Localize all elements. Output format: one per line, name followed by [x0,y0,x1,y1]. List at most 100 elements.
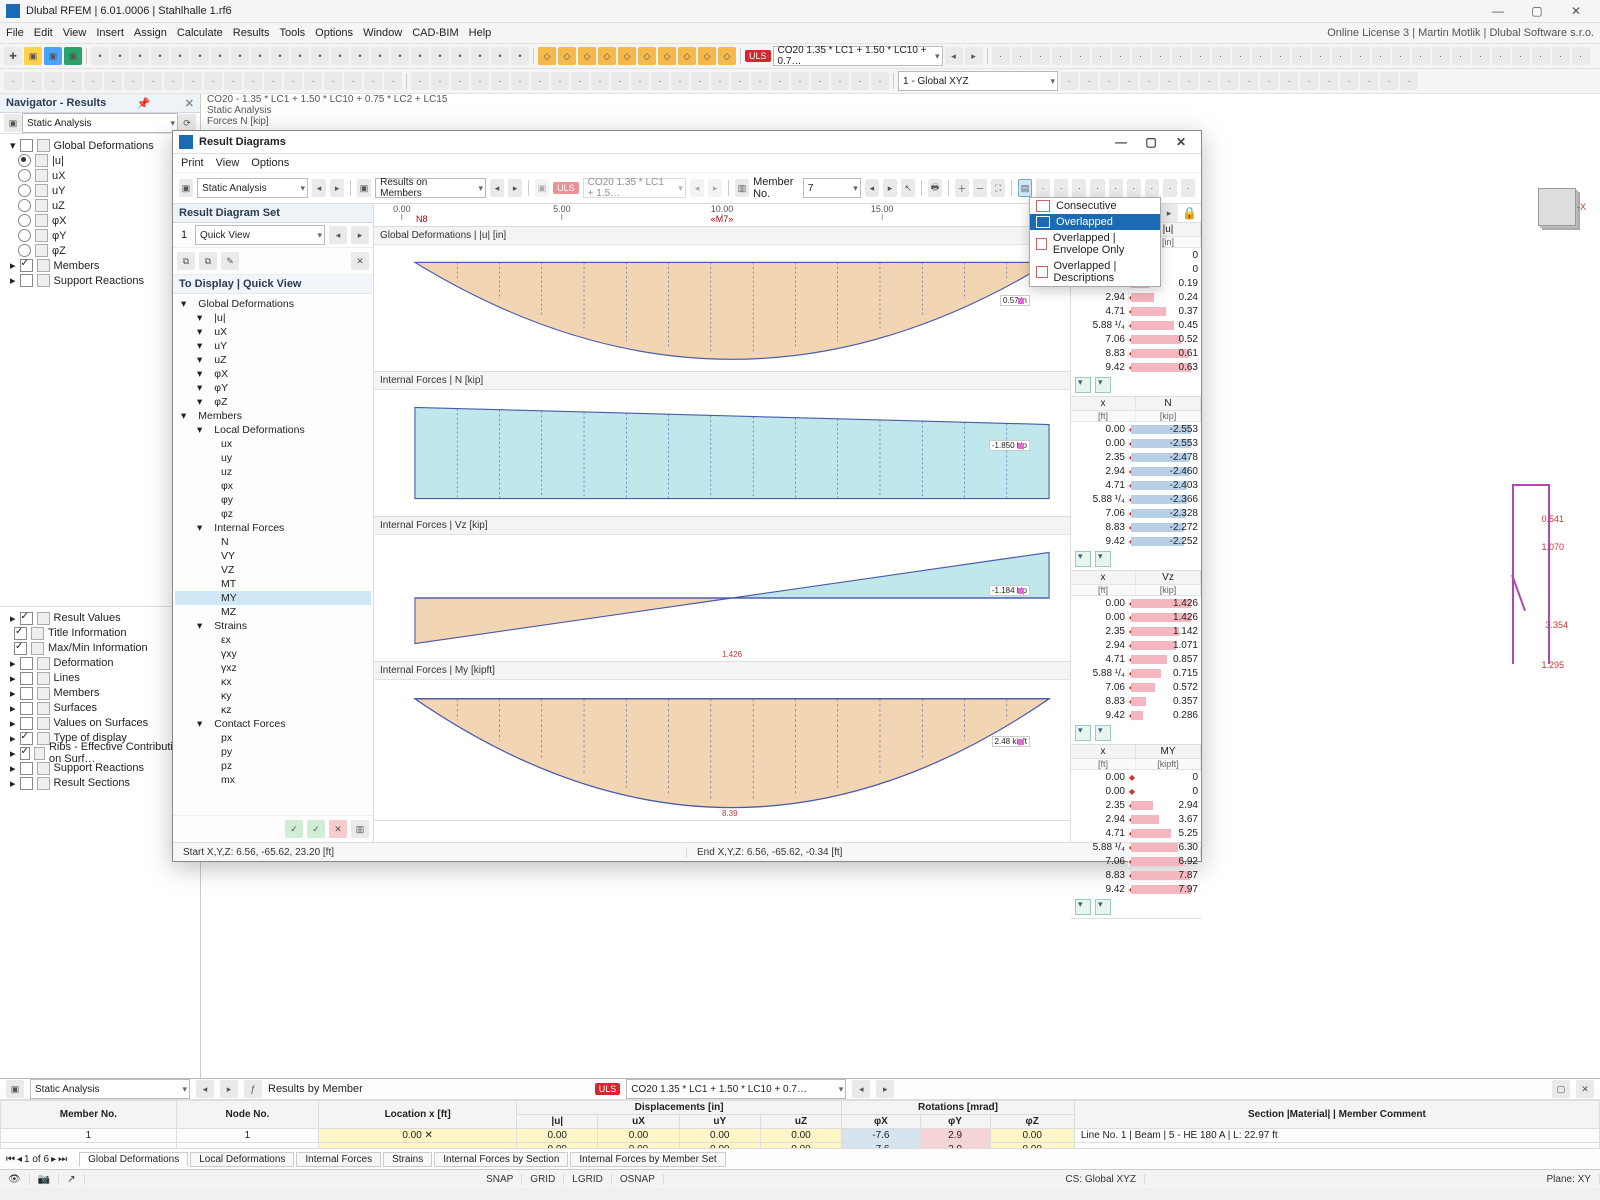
toolbar-btn[interactable]: · [1060,72,1078,90]
toolbar-btn[interactable]: · [144,72,162,90]
menu-edit[interactable]: Edit [34,27,53,39]
toolbar-btn[interactable]: • [351,47,369,65]
toolbar-btn[interactable]: • [271,47,289,65]
rtable-row[interactable]: 9.42◆0.286 [1071,708,1201,722]
rd-qv-next-icon[interactable]: ▸ [351,226,369,244]
toolbar-btn[interactable]: · [1552,47,1570,65]
rd-tool-btn[interactable]: · [1163,179,1177,197]
filter-icon[interactable] [1095,725,1111,741]
toolbar-btn[interactable]: · [1220,72,1238,90]
toolbar-btn[interactable]: · [64,72,82,90]
toolbar-btn[interactable]: · [1112,47,1130,65]
tree-vos[interactable]: Values on Surfaces [54,717,149,729]
menu-view[interactable]: View [63,27,87,39]
toolbar-btn[interactable]: · [224,72,242,90]
toolbar-btn[interactable]: · [1280,72,1298,90]
rd-tree-item[interactable]: ux [175,437,371,451]
rd-tool-btn[interactable]: · [1109,179,1123,197]
rd-results-on-combo[interactable]: Results on Members [375,178,486,198]
rtable-row[interactable]: 5.88 ¹/₄◆6.30 [1071,840,1201,854]
toolbar-btn[interactable]: · [1272,47,1290,65]
maximize-button[interactable]: ▢ [1519,4,1555,18]
tab-strains[interactable]: Strains [383,1152,432,1167]
rd-tree-item[interactable]: φz [175,507,371,521]
lower-undock-icon[interactable]: ▢ [1552,1080,1570,1098]
tree-mm[interactable]: Max/Min Information [48,642,148,654]
toolbar-btn[interactable]: · [1412,47,1430,65]
rtable-row[interactable]: 4.71◆0.857 [1071,652,1201,666]
rd-next-icon[interactable]: ▸ [330,179,344,197]
toolbar-btn[interactable]: • [331,47,349,65]
lower-co-combo[interactable]: CO20 1.35 * LC1 + 1.50 * LC10 + 0.7… [626,1079,846,1099]
toolbar-btn[interactable]: · [1432,47,1450,65]
status-osnap[interactable]: OSNAP [612,1174,664,1185]
rd-tree-item[interactable]: γxy [175,647,371,661]
rtable-row[interactable]: 2.94◆-2.460 [1071,464,1201,478]
toolbar-btn[interactable]: · [1120,72,1138,90]
toolbar-new-icon[interactable]: ✚ [4,47,22,65]
rtable-row[interactable]: 4.71◆0.37 [1071,304,1201,318]
status-lgrid[interactable]: LGRID [564,1174,612,1185]
toolbar-btn[interactable]: · [1180,72,1198,90]
rd-tree-item[interactable]: φx [175,479,371,493]
toolbar-btn[interactable]: · [1452,47,1470,65]
results-table[interactable]: Member No. Node No. Location x [ft] Disp… [0,1100,1600,1148]
toolbar-btn[interactable]: · [791,72,809,90]
combo-co20[interactable]: CO20 1.35 * LC1 + 1.50 * LC10 + 0.7… [773,46,943,66]
filter-max-icon[interactable] [1075,899,1091,915]
toolbar-btn[interactable]: · [84,72,102,90]
toolbar-btn[interactable]: · [1132,47,1150,65]
toolbar-btn[interactable]: · [4,72,22,90]
rtable-row[interactable]: 9.42◆7.97 [1071,882,1201,896]
toolbar-btn[interactable]: ◇ [598,47,616,65]
tree-def[interactable]: Deformation [54,657,114,669]
toolbar-btn[interactable]: · [104,72,122,90]
pager-first-icon[interactable]: ⏮ [6,1154,15,1165]
toolbar-btn[interactable]: · [651,72,669,90]
rd-tool-btn[interactable]: · [1054,179,1068,197]
tree-members[interactable]: Members [54,260,100,272]
navigator-pin-icon[interactable]: 📌 [137,97,151,110]
pager-prev-icon[interactable]: ◂ [17,1154,22,1165]
toolbar-btn[interactable]: · [491,72,509,90]
rd-analysis-combo[interactable]: Static Analysis [197,178,308,198]
rd-minimize-icon[interactable]: — [1107,135,1135,149]
menu-tools[interactable]: Tools [279,27,305,39]
rd-next2-icon[interactable]: ▸ [508,179,522,197]
rtable-row[interactable]: 0.00◆-2.553 [1071,436,1201,450]
toolbar-btn[interactable]: · [1160,72,1178,90]
menu-assign[interactable]: Assign [134,27,167,39]
rd-lock-icon[interactable]: 🔒 [1182,206,1197,220]
toolbar-btn[interactable]: • [91,47,109,65]
toolbar-btn[interactable]: · [184,72,202,90]
rd-tree-item[interactable]: εx [175,633,371,647]
rd-zoom-fit-icon[interactable]: ⛶ [991,179,1005,197]
tab-int-forces[interactable]: Internal Forces [296,1152,381,1167]
rd-tree-item[interactable]: px [175,731,371,745]
toolbar-btn[interactable]: · [44,72,62,90]
dd-consecutive[interactable]: Consecutive [1030,198,1160,214]
combo-co-prev-icon[interactable]: ◂ [945,47,963,65]
toolbar-btn[interactable]: ◇ [658,47,676,65]
rtable-row[interactable]: 9.42◆-2.252 [1071,534,1201,548]
toolbar-btn[interactable]: · [571,72,589,90]
rd-tree-item[interactable]: uz [175,465,371,479]
rd-tree-item[interactable]: ▾uZ [175,353,371,367]
rd-tree-item[interactable]: κx [175,675,371,689]
toolbar-btn[interactable]: ◇ [638,47,656,65]
rd-close-icon[interactable]: ✕ [1167,135,1195,149]
menu-calculate[interactable]: Calculate [177,27,223,39]
rd-tree-item[interactable]: ▾Contact Forces [175,717,371,731]
rd-tree-item[interactable]: ▾Strains [175,619,371,633]
toolbar-btn[interactable]: ◇ [718,47,736,65]
tab-int-forces-section[interactable]: Internal Forces by Section [434,1152,568,1167]
toolbar-btn[interactable]: • [431,47,449,65]
toolbar-btn[interactable]: · [164,72,182,90]
rd-overlay-mode-btn[interactable]: ▤ [1018,179,1032,197]
rtable-row[interactable]: 8.83◆-2.272 [1071,520,1201,534]
rd-tree-item[interactable]: MT [175,577,371,591]
toolbar-btn[interactable]: · [411,72,429,90]
viewcube[interactable]: -X [1530,180,1586,236]
toolbar-btn[interactable]: · [851,72,869,90]
tree-sup2[interactable]: Support Reactions [54,762,145,774]
